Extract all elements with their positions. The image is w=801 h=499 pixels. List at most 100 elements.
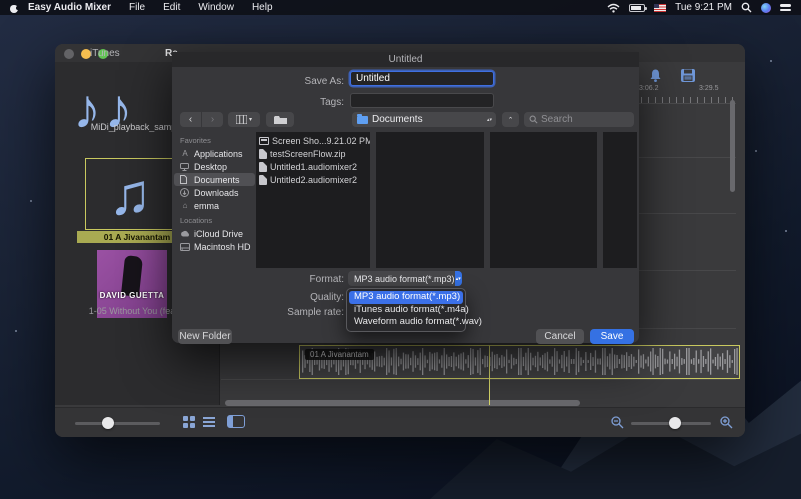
sidebar-item-emma[interactable]: ⌂ emma [174,199,255,212]
file-column[interactable] [376,132,484,268]
search-icon [529,115,538,124]
up-directory-button[interactable]: ⌃ [502,112,519,127]
tab-itunes[interactable]: iTunes [90,48,120,59]
sidebar-item-icloud-drive[interactable]: iCloud Drive [174,227,255,240]
screenshot-file-icon [259,136,269,145]
document-file-icon [259,161,267,172]
column-view-icon [235,115,247,124]
sidebar-toggle-icon[interactable] [227,415,245,428]
star [30,200,32,202]
sample-rate-label: Sample rate: [287,307,344,318]
locations-header: Locations [180,216,213,225]
zoom-in-icon[interactable] [720,416,733,429]
star [770,60,772,62]
sidebar-item-label: Macintosh HD [194,241,251,252]
cancel-button[interactable]: Cancel [536,329,584,344]
file-row[interactable]: Untitled2.audiomixer2 [256,173,370,186]
tags-input[interactable] [350,93,494,108]
timeline-zoom-slider-knob[interactable] [669,417,681,429]
menu-option-wav[interactable]: Waveform audio format(*.wav) [349,316,482,329]
view-mode-button[interactable]: ▾ [228,112,260,127]
folder-blue-icon [357,113,368,124]
zoom-out-icon[interactable] [611,416,624,429]
file-column[interactable]: Screen Sho...9.21.02 PM testScreenFlow.z… [256,132,370,268]
applications-icon: A [182,149,188,158]
file-name: Screen Sho...9.21.02 PM [272,135,370,146]
sidebar-item-desktop[interactable]: Desktop [174,160,255,173]
notification-center-icon[interactable] [780,4,791,11]
star [15,330,17,332]
timeline-zoom-controls [611,414,741,432]
menu-app-name[interactable]: Easy Audio Mixer [19,0,120,15]
folder-icon [273,115,287,124]
input-flag-icon[interactable] [654,3,667,12]
sidebar-item-applications[interactable]: A Applications [174,147,255,160]
horizontal-scrollbar[interactable] [225,400,580,406]
sidebar-item-macintosh-hd[interactable]: Macintosh HD [174,240,255,253]
location-popup[interactable]: Documents ▴▾ [352,112,496,127]
format-value: MP3 audio format(*.mp3) [354,273,455,284]
playhead[interactable] [489,345,490,405]
menu-option-mp3[interactable]: MP3 audio format(*.mp3) [349,291,463,304]
search-input[interactable]: Search [524,112,634,127]
menu-bar: Easy Audio Mixer File Edit Window Help T… [0,0,801,15]
file-column[interactable] [603,132,637,268]
vertical-scrollbar[interactable] [730,100,735,192]
selected-media-item[interactable]: ♫ [85,158,175,230]
thumbnail-size-slider-knob[interactable] [102,417,114,429]
format-popup[interactable]: MP3 audio format(*.mp3) ▴▾ [348,271,462,286]
cloud-icon [180,230,190,237]
file-column[interactable] [489,132,597,268]
format-dropdown-menu: MP3 audio format(*.mp3) iTunes audio for… [346,288,482,332]
grid-view-icon[interactable] [183,416,195,428]
location-value: Documents [372,114,423,125]
bottom-toolbar [55,407,745,437]
apple-menu-icon[interactable] [10,3,20,13]
quality-label: Quality: [310,292,344,303]
file-row[interactable]: Untitled1.audiomixer2 [256,160,370,173]
dialog-title: Untitled [172,52,639,67]
new-folder-toolbar-button[interactable] [266,112,294,127]
documents-icon [180,175,190,184]
album-art-text: DAVID GUETTA [99,291,165,300]
save-dialog: Untitled Save As: Untitled Tags: ‹ › ▾ D… [172,52,639,344]
sidebar-item-label: iCloud Drive [194,228,244,239]
forward-button[interactable]: › [202,112,223,127]
star [785,230,787,232]
menu-clock[interactable]: Tue 9:21 PM [675,2,732,13]
menu-file[interactable]: File [120,0,154,15]
sidebar-item-label: Applications [194,148,243,159]
thumbnail-size-slider[interactable] [75,417,160,429]
document-file-icon [259,174,267,185]
menu-option-m4a[interactable]: iTunes audio format(*.m4a) [349,304,469,317]
sidebar-item-label: emma [194,200,220,211]
menu-window[interactable]: Window [189,0,243,15]
back-button[interactable]: ‹ [180,112,201,127]
home-icon: ⌂ [182,201,188,210]
downloads-icon [180,188,190,197]
menu-edit[interactable]: Edit [154,0,189,15]
new-folder-button[interactable]: New Folder [178,329,232,344]
music-note-icon: ♫ [108,161,152,227]
sidebar-item-downloads[interactable]: Downloads [174,186,255,199]
file-row[interactable]: Screen Sho...9.21.02 PM [256,134,370,147]
search-placeholder: Search [541,114,573,125]
file-name: testScreenFlow.zip [270,148,346,159]
list-view-icon[interactable] [203,416,215,428]
siri-icon[interactable] [761,2,771,13]
save-as-input[interactable]: Untitled [350,71,494,86]
clip-label: 01 A Jivanantam [305,349,374,360]
wifi-icon[interactable] [607,3,620,13]
file-row[interactable]: testScreenFlow.zip [256,147,370,160]
favorites-header: Favorites [180,136,211,145]
battery-icon[interactable] [629,3,648,12]
timeline-zoom-slider[interactable] [631,417,711,429]
spotlight-search-icon[interactable] [741,2,752,13]
sidebar-item-label: Downloads [194,187,239,198]
hard-drive-icon [180,242,190,251]
tags-label: Tags: [320,97,344,108]
sidebar-item-documents[interactable]: Documents [174,173,255,186]
close-window-button[interactable] [64,49,74,59]
save-button[interactable]: Save [590,329,634,344]
menu-help[interactable]: Help [243,0,282,15]
